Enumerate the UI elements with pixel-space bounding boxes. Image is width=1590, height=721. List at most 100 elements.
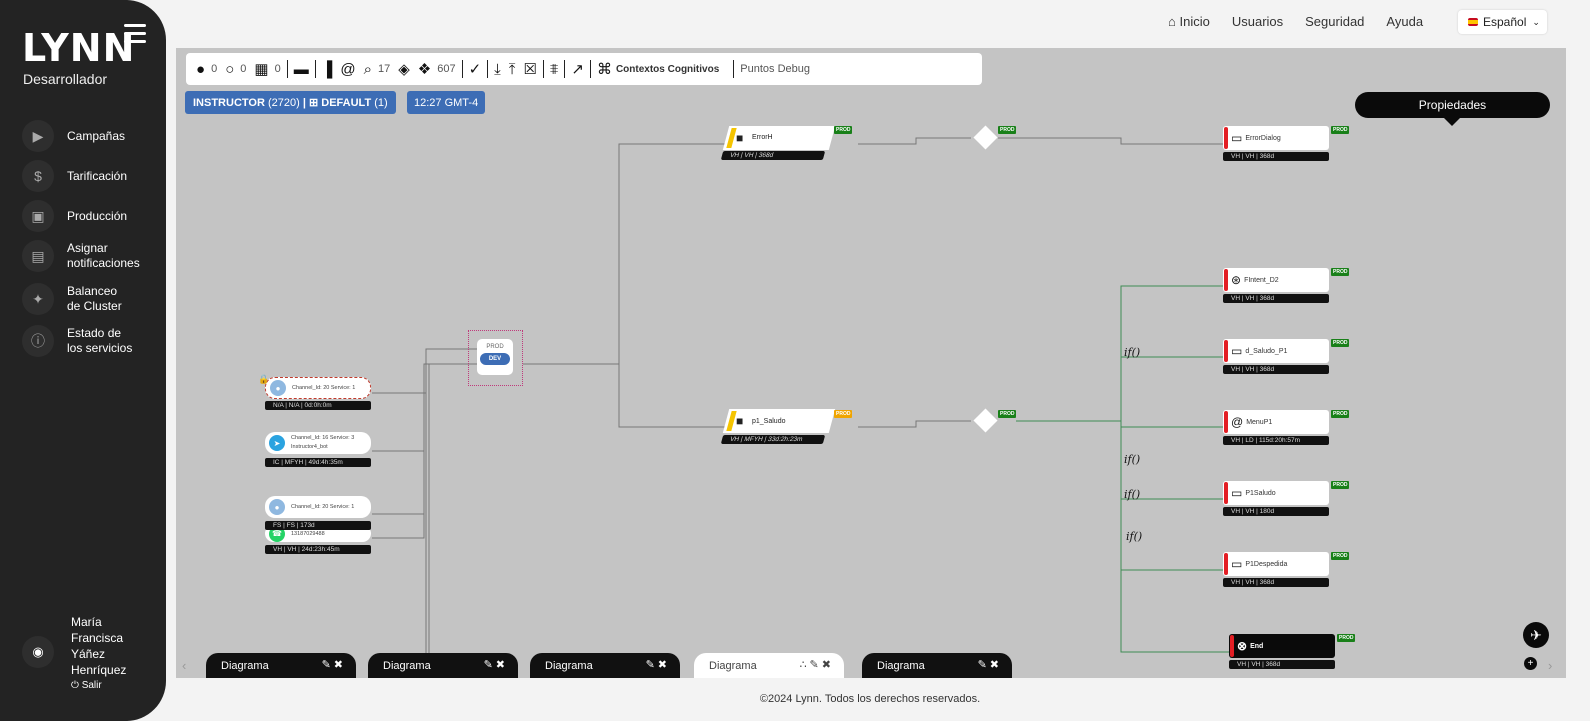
env-prod-label: PROD [486, 344, 504, 350]
sidebar-item-servicios[interactable]: ⓘ Estado de los servicios [22, 325, 162, 357]
p1despedida-node[interactable]: ▭ P1Despedida [1223, 552, 1329, 576]
check-icon: ✓ [468, 61, 482, 78]
logout-label: Salir [81, 680, 102, 691]
p1saludo-menu-node[interactable]: ▭ P1Saludo [1223, 481, 1329, 505]
sidebar-item-label: Estado de los servicios [67, 326, 133, 355]
logout-link[interactable]: ⏻ Salir [71, 680, 102, 691]
prod-badge: PROD [834, 126, 853, 134]
properties-pointer [1444, 118, 1460, 126]
megaphone-icon: ▶ [22, 120, 54, 152]
users-button[interactable]: ● 0 [192, 58, 221, 80]
diagram-tab[interactable]: Diagrama ✎✖ [862, 653, 1012, 678]
add-icon[interactable]: + [1524, 657, 1537, 670]
edit-delete-icons[interactable]: ✎✖ [978, 658, 1002, 671]
comment-icon: ▬ [293, 60, 309, 78]
properties-button[interactable]: Propiedades [1355, 92, 1550, 118]
diagram-tab[interactable]: Diagrama ✎✖ [368, 653, 518, 678]
environment-node[interactable]: PROD DEV [477, 339, 513, 375]
prod-badge: PROD [1331, 481, 1350, 489]
divider [542, 60, 544, 78]
calendar-icon: ▦ [254, 61, 269, 78]
prod-badge: PROD [1337, 634, 1356, 642]
cube-icon: ■ [736, 131, 744, 145]
node-stripe [1224, 127, 1228, 149]
sidebar-item-cluster[interactable]: ✦ Balanceo de Cluster [22, 283, 162, 315]
node-stripe [1224, 482, 1228, 504]
fintent-node[interactable]: ⊛ FIntent_D2 [1223, 268, 1329, 292]
messages-button[interactable]: ○ 0 [221, 58, 250, 80]
sidebar-item-notificaciones[interactable]: ▤ Asignar notificaciones [22, 240, 162, 272]
chevron-left-icon[interactable]: ‹ [182, 658, 186, 673]
sidebar-item-produccion[interactable]: ▣ Producción [22, 200, 162, 232]
prod-badge: PROD [1331, 268, 1350, 276]
mention-button[interactable]: @ [336, 58, 359, 80]
flow-canvas[interactable]: ● 0 ○ 0 ▦ 0 ▬ ▐ @ ⌕ 17 ◈ ❖ 607 ✓ ⤓ ⤒ ☒ ⩨ ↗ ⌘ C… [176, 48, 1566, 678]
footer: ©2024 Lynn. Todos los derechos reservado… [759, 693, 981, 705]
sidebar-item-tarificacion[interactable]: $ Tarificación [22, 160, 162, 192]
download-button[interactable]: ⤓ [490, 58, 505, 80]
camera-icon[interactable]: ◉ [22, 636, 54, 668]
upload-button[interactable]: ⤒ [505, 58, 520, 80]
prod-badge: PROD [834, 410, 853, 418]
node-sub: VH | VH | 368d [720, 151, 826, 160]
nav-home[interactable]: ⌂ Inicio [1168, 14, 1210, 29]
node-label: FIntent_D2 [1244, 276, 1279, 284]
connect-button[interactable]: ↗ [567, 58, 588, 80]
excel-button[interactable]: ☒ [519, 58, 540, 80]
chevron-down-icon: ⌄ [1532, 16, 1540, 27]
menup1-node[interactable]: @ MenuP1 [1223, 410, 1329, 434]
sidebar-item-campanas[interactable]: ▶ Campañas [22, 120, 162, 152]
node-label: d_Saludo_P1 [1245, 347, 1288, 355]
channel-node[interactable]: ➤ Channel_Id: 16 Service: 3 Instructor4_b… [265, 432, 371, 454]
chevron-right-icon[interactable]: › [1548, 658, 1552, 673]
node-stripe [1224, 340, 1228, 362]
nav-help[interactable]: Ayuda [1386, 14, 1423, 29]
nav-security[interactable]: Seguridad [1305, 14, 1364, 29]
channel-sub: N/A | N/A | 0d:0h:0m [265, 401, 371, 410]
node-label: ErrorH [752, 134, 773, 141]
airplane-icon[interactable]: ✈ [1523, 622, 1549, 648]
download-icon: ⤓ [494, 60, 501, 78]
plugins-button[interactable]: ❖ 607 [414, 58, 460, 80]
env-dev-badge[interactable]: DEV [480, 353, 510, 365]
end-node[interactable]: ⊗ End [1229, 634, 1335, 658]
contexts-button[interactable]: ⌘ Contextos Cognitivos [593, 58, 723, 80]
location-button[interactable]: ◈ [394, 58, 414, 80]
search-button[interactable]: ⌕ 17 [360, 58, 395, 80]
calendar-button[interactable]: ▦ 0 [250, 58, 284, 80]
d-saludo-node[interactable]: ▭ d_Saludo_P1 [1223, 339, 1329, 363]
edit-delete-icons[interactable]: ✎✖ [322, 658, 346, 671]
stats-button[interactable]: ▐ [318, 58, 337, 80]
chat-icon: ○ [225, 60, 235, 78]
divider [564, 60, 566, 78]
node-sub: VH | VH | 180d [1223, 507, 1329, 516]
diagram-tab-active[interactable]: Diagrama ∴✎✖ [694, 653, 844, 678]
menu-icon[interactable] [124, 24, 146, 44]
language-select[interactable]: Español ⌄ [1458, 10, 1547, 34]
channel-node[interactable]: ● Channel_Id: 20 Service: 1 [265, 496, 371, 518]
calendar-count: 0 [274, 63, 281, 75]
channel-node[interactable]: ● Channel_Id: 20 Service: 1 [265, 377, 371, 399]
clean-button[interactable]: ⩨ [546, 58, 562, 80]
edit-delete-icons[interactable]: ✎✖ [646, 658, 670, 671]
errordialog-node[interactable]: ▭ ErrorDialog [1223, 126, 1329, 150]
comment-button[interactable]: ▬ [290, 58, 313, 80]
instructor-badge[interactable]: INSTRUCTOR (2720) | ⊞ DEFAULT (1) [185, 91, 396, 114]
node-label: p1_Saludo [752, 418, 786, 425]
diagram-tab[interactable]: Diagrama ✎✖ [206, 653, 356, 678]
broom-icon: ⩨ [549, 60, 559, 78]
at-icon: @ [340, 60, 356, 78]
hierarchy-edit-delete-icons[interactable]: ∴✎✖ [800, 658, 834, 671]
edit-delete-icons[interactable]: ✎✖ [484, 658, 508, 671]
validate-button[interactable]: ✓ [465, 58, 486, 80]
channel-sub: IC | MFYH | 49d:4h:35m [265, 458, 371, 467]
node-label: P1Despedida [1245, 560, 1288, 568]
debug-button[interactable]: Puntos Debug [736, 58, 814, 80]
prod-badge: PROD [1331, 339, 1350, 347]
default-label: DEFAULT [321, 96, 372, 109]
channel-detail: 13187029488 [291, 530, 325, 537]
nav-users[interactable]: Usuarios [1232, 14, 1283, 29]
diagram-tab[interactable]: Diagrama ✎✖ [530, 653, 680, 678]
plug-icon: ↗ [571, 61, 584, 78]
channel-title: Channel_Id: 16 Service: 3 [291, 435, 355, 441]
